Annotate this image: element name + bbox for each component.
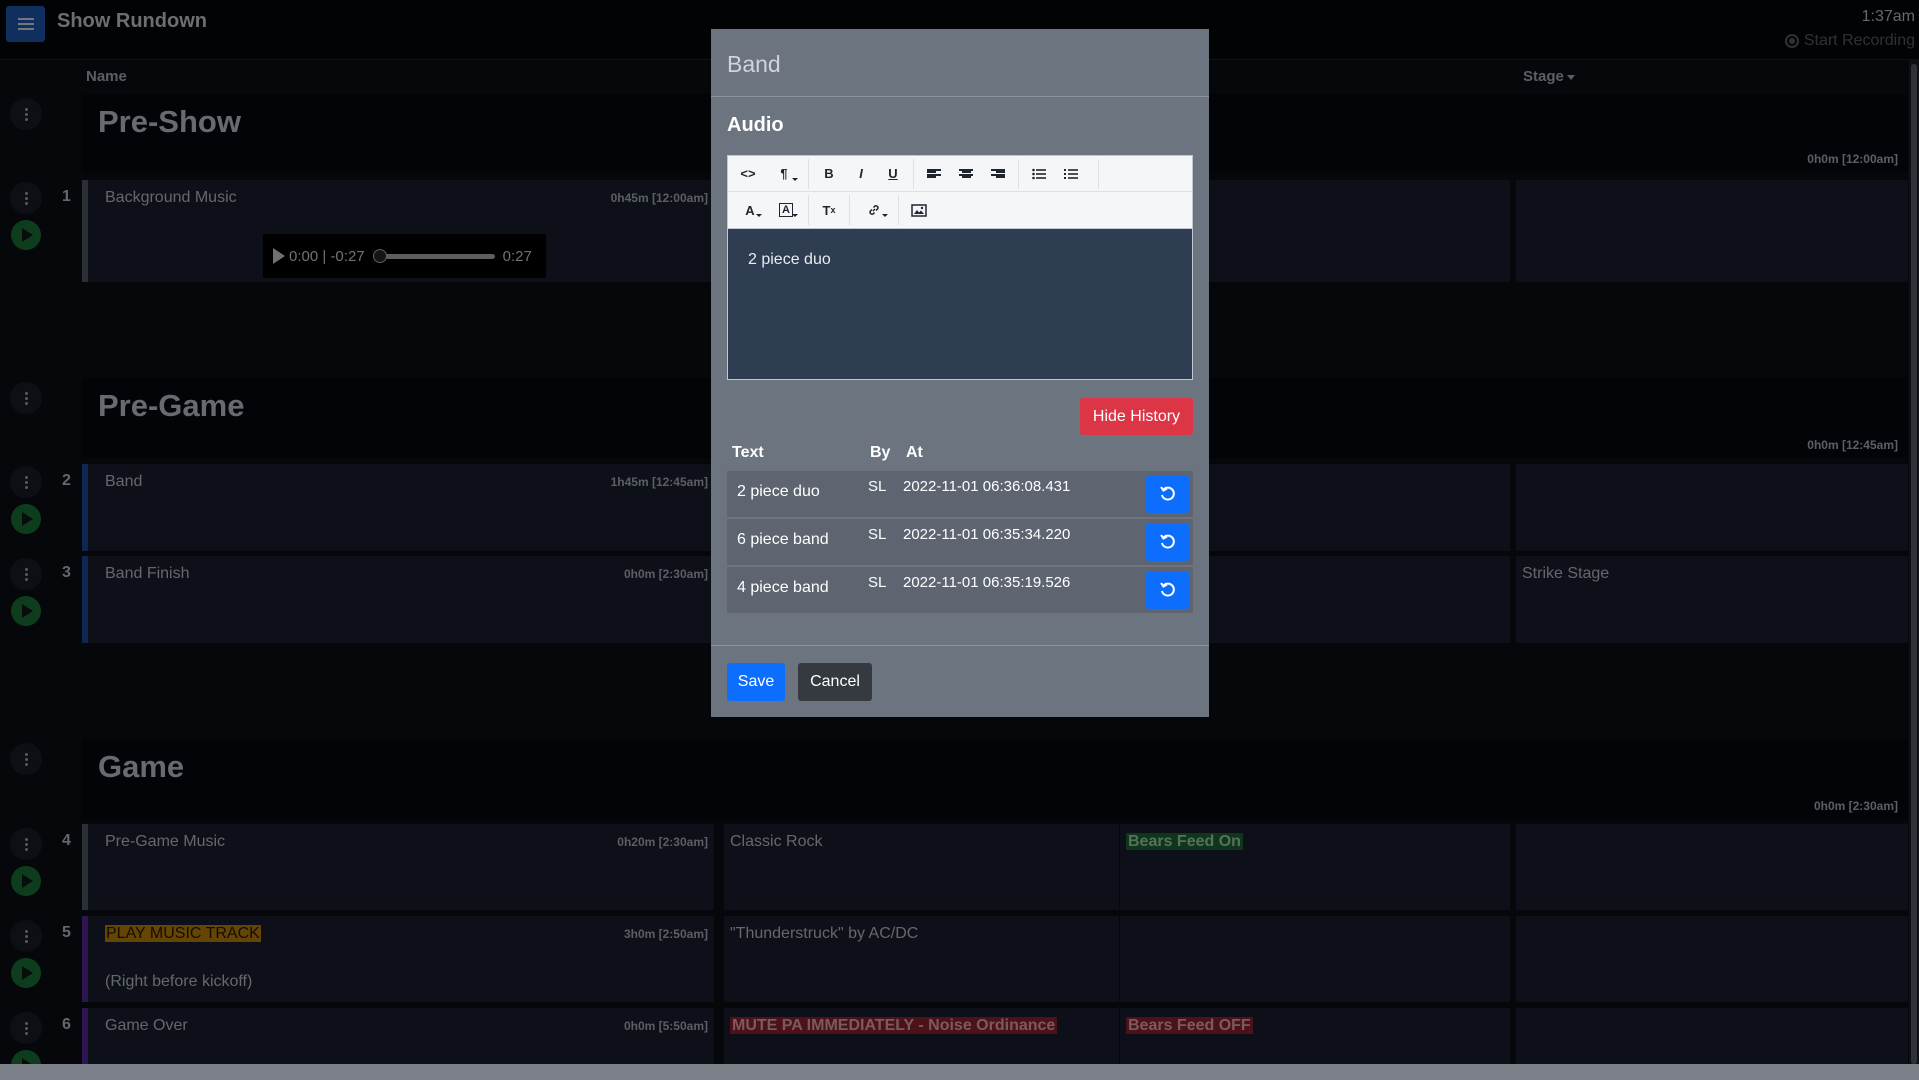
history-text: 4 piece band [737,579,829,596]
underline-icon[interactable]: U [877,159,909,189]
undo-icon [1159,486,1175,501]
align-center-icon[interactable] [950,159,982,189]
editor-text: 2 piece duo [748,251,831,268]
editor-toolbar: <> ¶ B I U A A T x [728,156,1192,229]
history-text: 2 piece duo [737,483,820,500]
bullet-list-icon[interactable] [1023,159,1055,189]
image-icon[interactable] [903,195,935,225]
save-button[interactable]: Save [727,663,785,701]
history-text: 6 piece band [737,531,829,548]
history-by: SL [868,526,887,543]
modal-footer [711,645,1209,646]
edit-cell-modal: Band Audio <> ¶ B I U A A T x 2 piece du… [711,29,1209,717]
paragraph-icon[interactable]: ¶ [764,159,804,189]
link-icon[interactable] [854,195,894,225]
history-by: SL [868,478,887,495]
field-label: Audio [727,114,784,136]
modal-title: Band [727,51,781,77]
history-at: 2022-11-01 06:36:08.431 [903,478,1071,495]
history-row: 2 piece duo SL 2022-11-01 06:36:08.431 [727,471,1193,517]
restore-button[interactable] [1146,475,1189,513]
align-left-icon[interactable] [918,159,950,189]
modal-header: Band [711,29,1209,97]
history-at: 2022-11-01 06:35:19.526 [903,574,1071,591]
history-header-at: At [906,444,923,461]
horizontal-scrollbar[interactable] [0,1064,1919,1080]
history-row: 4 piece band SL 2022-11-01 06:35:19.526 [727,567,1193,613]
highlight-color-icon[interactable]: A [768,195,804,225]
italic-icon[interactable]: I [845,159,877,189]
code-view-icon[interactable]: <> [732,159,764,189]
restore-button[interactable] [1146,571,1189,609]
history-row: 6 piece band SL 2022-11-01 06:35:34.220 [727,519,1193,565]
bold-icon[interactable]: B [813,159,845,189]
rich-text-editor: <> ¶ B I U A A T x 2 piece duo [727,155,1193,380]
history-at: 2022-11-01 06:35:34.220 [903,526,1071,543]
font-color-icon[interactable]: A [732,195,768,225]
clear-format-icon[interactable]: Tx [813,195,845,225]
history-by: SL [868,574,887,591]
history-header-text: Text [732,444,764,461]
align-right-icon[interactable] [982,159,1014,189]
numbered-list-icon[interactable] [1055,159,1087,189]
restore-button[interactable] [1146,523,1189,561]
cancel-button[interactable]: Cancel [798,663,872,701]
editor-content[interactable]: 2 piece duo [728,229,1192,379]
undo-icon [1159,582,1175,597]
undo-icon [1159,534,1175,549]
hide-history-button[interactable]: Hide History [1080,398,1193,435]
history-header-by: By [870,444,891,461]
